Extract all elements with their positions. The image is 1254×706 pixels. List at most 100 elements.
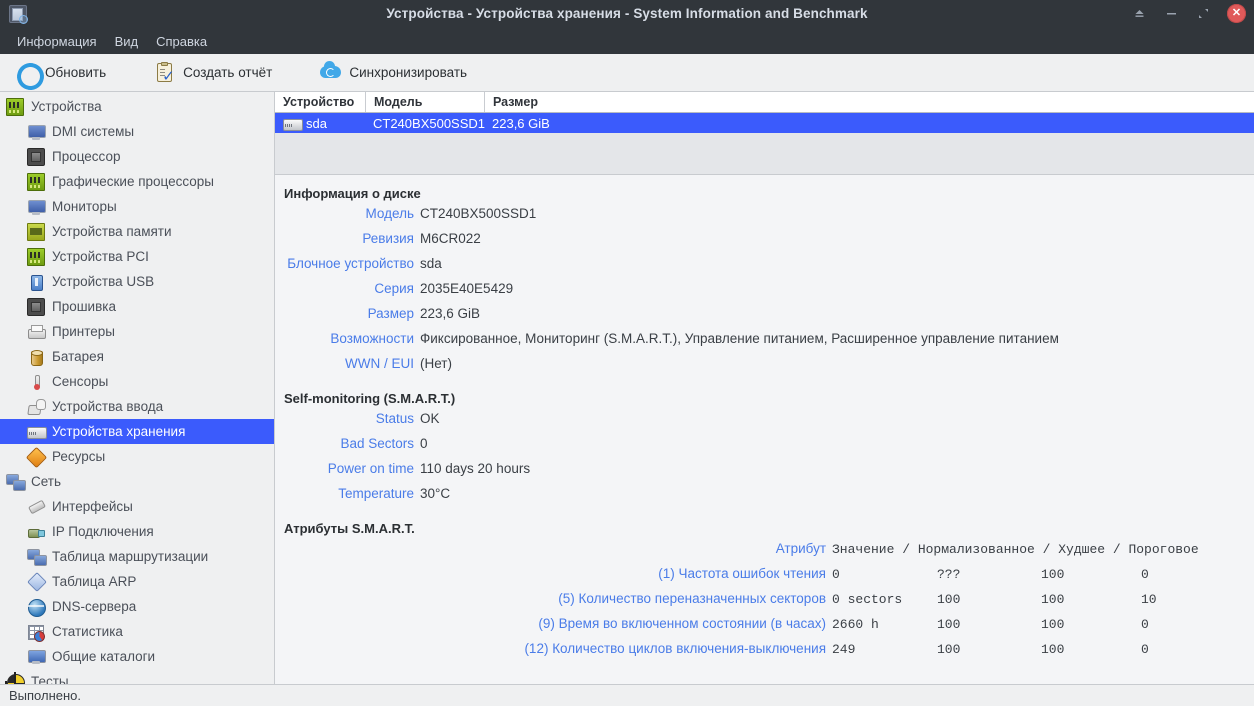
sync-icon bbox=[320, 61, 342, 83]
smart-attribute-row: (12) Количество циклов включения-выключе… bbox=[275, 641, 1254, 666]
menu-vid[interactable]: Вид bbox=[106, 31, 148, 52]
input-device-icon bbox=[27, 398, 46, 416]
smart-attribute-threshold: 0 bbox=[1141, 567, 1149, 582]
model-cell: CT240BX500SSD1 bbox=[373, 115, 486, 131]
smart-attribute-worst: 100 bbox=[1041, 592, 1065, 607]
sidebar-item-monitors[interactable]: Мониторы bbox=[0, 194, 274, 219]
synchronize-button[interactable]: Синхронизировать bbox=[314, 58, 477, 87]
memory-icon bbox=[27, 222, 45, 241]
sidebar-item-label: Устройства USB bbox=[52, 274, 155, 289]
title-bar: Устройства - Устройства хранения - Syste… bbox=[0, 0, 1254, 28]
create-report-button[interactable]: ✓ Создать отчёт bbox=[148, 58, 282, 87]
sidebar-item-interfaces[interactable]: Интерфейсы bbox=[0, 494, 274, 519]
column-header-device[interactable]: Устройство bbox=[275, 92, 365, 112]
minimize-icon[interactable] bbox=[1163, 5, 1180, 22]
sidebar-item-arp-table[interactable]: Таблица ARP bbox=[0, 569, 274, 594]
sidebar-item-statistics[interactable]: Статистика bbox=[0, 619, 274, 644]
sidebar-item-devices[interactable]: Устройства bbox=[0, 94, 274, 119]
gpu-card-icon bbox=[27, 172, 45, 191]
field-value: Фиксированное, Мониторинг (S.M.A.R.T.), … bbox=[420, 331, 1059, 346]
sidebar-item-label: Графические процессоры bbox=[52, 174, 214, 189]
device-list[interactable]: Устройство Модель Размер sda CT240BX500S… bbox=[275, 92, 1254, 175]
field-label: Ревизия bbox=[362, 231, 414, 246]
sidebar-item-label: Тесты bbox=[31, 674, 69, 684]
sidebar-item-usb[interactable]: Устройства USB bbox=[0, 269, 274, 294]
sidebar-item-dmi[interactable]: DMI системы bbox=[0, 119, 274, 144]
sidebar-item-sensors[interactable]: Сенсоры bbox=[0, 369, 274, 394]
sidebar-item-routing-table[interactable]: Таблица маршрутизации bbox=[0, 544, 274, 569]
field-value: 2035E40E5429 bbox=[420, 281, 514, 296]
menu-bar: Информация Вид Справка bbox=[0, 28, 1254, 54]
device-cell: sda bbox=[275, 115, 365, 132]
field-label: Temperature bbox=[338, 486, 414, 501]
refresh-button[interactable]: Обновить bbox=[10, 58, 116, 87]
smart-attribute-name: (9) Время во включенном состоянии (в час… bbox=[538, 616, 826, 631]
sidebar-item-resources[interactable]: Ресурсы bbox=[0, 444, 274, 469]
sidebar-item-label: Процессор bbox=[52, 149, 121, 164]
smart-attribute-normalized: ??? bbox=[937, 567, 961, 582]
menu-spravka[interactable]: Справка bbox=[147, 31, 216, 52]
sidebar-item-battery[interactable]: Батарея bbox=[0, 344, 274, 369]
sidebar-item-processor[interactable]: Процессор bbox=[0, 144, 274, 169]
smart-attribute-value: 0 bbox=[832, 567, 840, 582]
menu-informaciya[interactable]: Информация bbox=[8, 31, 106, 52]
sidebar-item-tests[interactable]: Тесты bbox=[0, 669, 274, 684]
field-value: CT240BX500SSD1 bbox=[420, 206, 537, 221]
status-bar: Выполнено. bbox=[0, 684, 1254, 706]
sidebar-item-label: Сенсоры bbox=[52, 374, 109, 389]
disk-info-title: Информация о диске bbox=[284, 186, 421, 201]
field-label: Размер bbox=[367, 306, 414, 321]
sidebar-item-network[interactable]: Сеть bbox=[0, 469, 274, 494]
pci-card-icon bbox=[27, 247, 45, 266]
close-icon[interactable]: ✕ bbox=[1227, 4, 1246, 23]
printer-icon bbox=[27, 323, 46, 341]
content-pane: Устройство Модель Размер sda CT240BX500S… bbox=[275, 92, 1254, 684]
sidebar-item-firmware[interactable]: Прошивка bbox=[0, 294, 274, 319]
sidebar-item-dns-servers[interactable]: DNS-сервера bbox=[0, 594, 274, 619]
sidebar-item-printers[interactable]: Принтеры bbox=[0, 319, 274, 344]
sidebar-item-label: Прошивка bbox=[52, 299, 116, 314]
disk-details: Информация о диске Модель CT240BX500SSD1… bbox=[275, 175, 1254, 684]
sidebar-item-label: Батарея bbox=[52, 349, 104, 364]
harddisk-icon bbox=[27, 423, 47, 441]
sidebar-item-label: Таблица ARP bbox=[52, 574, 137, 589]
sidebar-tree[interactable]: Устройства DMI системы Процессор Графиче… bbox=[0, 92, 275, 684]
smart-attribute-row: (5) Количество переназначенных секторов … bbox=[275, 591, 1254, 616]
maximize-icon[interactable] bbox=[1195, 5, 1212, 22]
field-temperature: Temperature 30°C bbox=[275, 486, 1254, 511]
sidebar-item-pci[interactable]: Устройства PCI bbox=[0, 244, 274, 269]
field-label: Bad Sectors bbox=[340, 436, 414, 451]
column-header-size[interactable]: Размер bbox=[484, 92, 1254, 112]
smart-attribute-name: (1) Частота ошибок чтения bbox=[658, 566, 826, 581]
field-value: 110 days 20 hours bbox=[420, 461, 531, 476]
battery-icon bbox=[27, 348, 45, 366]
smart-attribute-worst: 100 bbox=[1041, 617, 1065, 632]
field-wwn-eui: WWN / EUI (Нет) bbox=[275, 356, 1254, 381]
sidebar-item-shared-folders[interactable]: Общие каталоги bbox=[0, 644, 274, 669]
sidebar-item-ip-connections[interactable]: IP Подключения bbox=[0, 519, 274, 544]
sidebar-item-storage-devices[interactable]: Устройства хранения bbox=[0, 419, 274, 444]
size-cell: 223,6 GiB bbox=[492, 115, 550, 131]
application-window: Устройства - Устройства хранения - Syste… bbox=[0, 0, 1254, 706]
sidebar-item-label: Таблица маршрутизации bbox=[52, 549, 209, 564]
table-row[interactable]: sda CT240BX500SSD1 223,6 GiB bbox=[275, 113, 1254, 133]
smart-attribute-threshold: 0 bbox=[1141, 617, 1149, 632]
smart-attribute-value: 249 bbox=[832, 642, 856, 657]
sidebar-item-label: Устройства PCI bbox=[52, 249, 149, 264]
toolbar: Обновить ✓ Создать отчёт Синхронизироват… bbox=[0, 54, 1254, 92]
statistics-icon bbox=[27, 623, 45, 642]
field-label: Модель bbox=[365, 206, 414, 221]
sidebar-item-memory[interactable]: Устройства памяти bbox=[0, 219, 274, 244]
sidebar-item-gpu[interactable]: Графические процессоры bbox=[0, 169, 274, 194]
smart-attribute-worst: 100 bbox=[1041, 567, 1065, 582]
sidebar-item-label: Принтеры bbox=[52, 324, 115, 339]
shade-icon[interactable] bbox=[1131, 5, 1148, 22]
field-block-device: Блочное устройство sda bbox=[275, 256, 1254, 281]
field-value: sda bbox=[420, 256, 442, 271]
sidebar-item-input-devices[interactable]: Устройства ввода bbox=[0, 394, 274, 419]
sidebar-item-label: Устройства bbox=[31, 99, 102, 114]
column-header-model[interactable]: Модель bbox=[365, 92, 484, 112]
network-icon bbox=[27, 548, 47, 566]
smart-attribute-row: (1) Частота ошибок чтения 0 ??? 100 0 bbox=[275, 566, 1254, 591]
